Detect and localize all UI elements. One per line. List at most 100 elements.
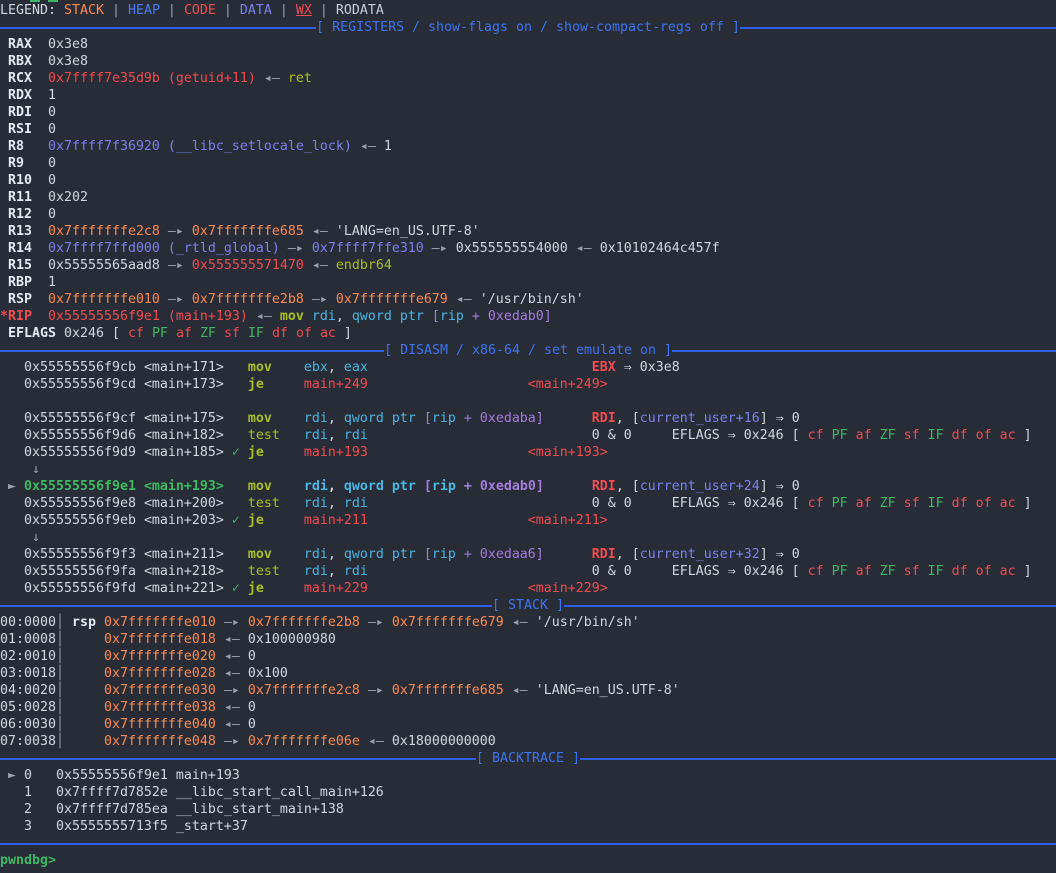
divider-line [0, 27, 316, 29]
token: 1 [48, 275, 56, 290]
token: ✓ [232, 445, 240, 460]
token: 0x555555571470 [192, 258, 304, 273]
token: rdi [312, 309, 336, 324]
token: current_user+16 [640, 411, 760, 426]
token: ◂— [448, 292, 480, 307]
token: 0x55555556f9cd <main+173> [24, 377, 248, 392]
token: 0x246 [ [64, 326, 128, 341]
token: ] [1016, 564, 1032, 579]
token: ] ⇒ 0 [760, 547, 800, 562]
token: rsp [72, 615, 96, 630]
terminal[interactable]: LEGEND: STACK | HEAP | CODE | DATA | WX … [0, 0, 1056, 873]
token: DATA [240, 3, 272, 18]
stack-row-00: 00:0000│ rsp 0x7fffffffe010 —▸ 0x7ffffff… [0, 614, 1056, 631]
token: '/usr/bin/sh' [536, 615, 640, 630]
disasm-row-current-main-193: ► 0x55555556f9e1 <main+193> mov rdi, qwo… [0, 478, 1056, 495]
stack-row-01: 01:0008│ 0x7fffffffe018 ◂— 0x100000980 [0, 631, 1056, 648]
token: 0 & 0 [592, 428, 672, 443]
token: 0x202 [48, 190, 88, 205]
token: EBX [592, 360, 616, 375]
token: df [952, 496, 976, 511]
token: 0x7ffff7ffd000 (_rtld_global) [48, 241, 280, 256]
token: test [248, 496, 280, 511]
token: ◂— [504, 683, 536, 698]
token: ac [320, 326, 336, 341]
token [64, 683, 104, 698]
token [0, 428, 24, 443]
token: 'LANG=en_US.UTF-8' [536, 683, 680, 698]
register-row-r11: R11 0x202 [0, 189, 1056, 206]
token: , [328, 411, 344, 426]
token: ⇒ 0x3e8 [616, 360, 680, 375]
prompt-row[interactable]: pwndbg> [0, 852, 1056, 869]
token: │ [56, 666, 64, 681]
disasm-row-main-173: 0x55555556f9cd <main+173> je main+249 <m… [0, 376, 1056, 393]
token: ◂— [216, 632, 248, 647]
token: 0 [248, 649, 256, 664]
token [0, 445, 24, 460]
token [0, 581, 24, 596]
token: ◂— [216, 666, 248, 681]
token: of [976, 428, 1000, 443]
token: rip [432, 479, 456, 494]
token [0, 360, 24, 375]
token: 2 0x7ffff7d785ea __libc_start_main+138 [0, 802, 344, 817]
token: ◂— [216, 717, 248, 732]
token: ] [1016, 428, 1032, 443]
token: cf [128, 326, 152, 341]
token: EFLAGS [0, 326, 64, 341]
token: ► [0, 768, 24, 783]
token: 0x3e8 [48, 37, 88, 52]
stack-row-04: 04:0020│ 0x7fffffffe030 —▸ 0x7fffffffe2c… [0, 682, 1056, 699]
token: ◂— [352, 139, 384, 154]
token [544, 479, 592, 494]
token: rdi [304, 547, 328, 562]
token: , [328, 360, 344, 375]
token: 0x7fffffffe030 [104, 683, 216, 698]
token: df [952, 428, 976, 443]
token: ✓ [232, 581, 240, 596]
token: rip [440, 309, 464, 324]
token: of [976, 496, 1000, 511]
token: main+249 [304, 377, 368, 392]
token: ret [288, 71, 312, 86]
token: 0x55555556f9eb <main+203> [24, 513, 232, 528]
token [368, 564, 592, 579]
token: —▸ [360, 615, 392, 630]
token: 0 [48, 122, 56, 137]
token: ebx [304, 360, 328, 375]
disasm-row-main-185: 0x55555556f9d9 <main+185> ✓ je main+193 … [0, 444, 1056, 461]
token: │ [56, 734, 64, 749]
token: WX [296, 3, 312, 18]
token: EFLAGS ⇒ 0x246 [ [672, 496, 808, 511]
prompt-label[interactable]: pwndbg> [0, 853, 56, 868]
token: df [272, 326, 296, 341]
token [544, 547, 592, 562]
token [0, 547, 24, 562]
divider-line [564, 605, 1056, 607]
token: —▸ [304, 292, 336, 307]
token [304, 309, 312, 324]
token: 0x7fffffffe2b8 [192, 292, 304, 307]
token: 0 [48, 207, 56, 222]
token: <main+193> [528, 445, 608, 460]
disasm-jump-arrow: ↓ [0, 461, 1056, 478]
register-row-rdx: RDX 1 [0, 87, 1056, 104]
token [64, 734, 104, 749]
token: —▸ [360, 683, 392, 698]
token: 0x55555556f9e1 (main+193) [48, 309, 248, 324]
token: mov [280, 309, 304, 324]
token: 06:0030 [0, 717, 56, 732]
token: , [328, 564, 344, 579]
token: ► [0, 479, 24, 494]
token: je [248, 513, 264, 528]
token: 0x55555556f9fa <main+218> [24, 564, 248, 579]
token: , [336, 309, 352, 324]
register-row-r12: R12 0 [0, 206, 1056, 223]
token: │ [56, 700, 64, 715]
token: 0x3e8 [48, 54, 88, 69]
token [0, 564, 24, 579]
token: RBX [0, 54, 48, 69]
token: RDI [592, 411, 616, 426]
token: 0x7fffffffe020 [104, 649, 216, 664]
